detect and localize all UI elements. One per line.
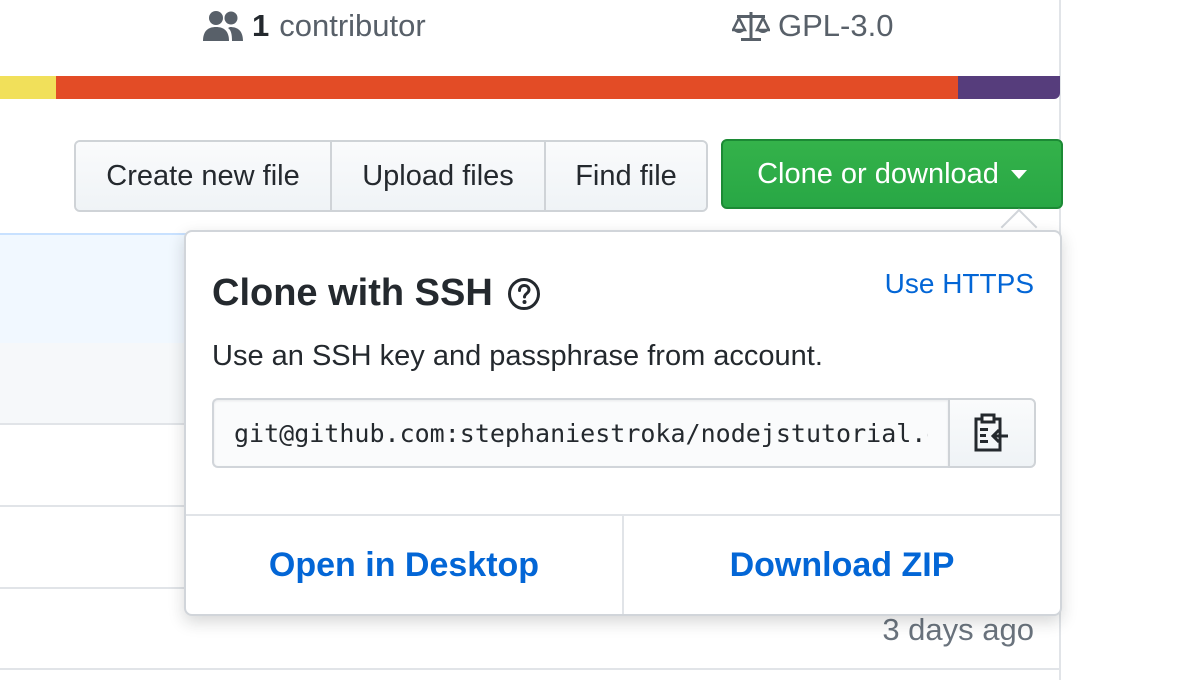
contributors-label: contributor	[279, 8, 426, 43]
find-file-button[interactable]: Find file	[546, 142, 706, 210]
contributors-count: 1	[252, 8, 270, 43]
file-navigation-buttons: Create new file Upload files Find file	[74, 140, 708, 212]
clone-or-download-label: Clone or download	[757, 157, 999, 190]
language-bar-segment[interactable]	[958, 76, 1060, 99]
create-new-file-button[interactable]: Create new file	[76, 142, 332, 210]
law-scale-icon	[732, 12, 770, 41]
contributors-summary[interactable]: 1 contributor	[202, 6, 426, 46]
language-bar[interactable]	[0, 76, 1060, 99]
clipboard-icon	[974, 413, 1008, 452]
language-bar-segment[interactable]	[0, 76, 57, 99]
clone-popover-title-row: Clone with SSH	[212, 272, 541, 315]
clone-popover: Clone with SSH Use HTTPS Use an SSH key …	[184, 230, 1062, 616]
people-icon	[203, 11, 243, 41]
download-zip-button[interactable]: Download ZIP	[624, 516, 1060, 614]
license-summary[interactable]: GPL-3.0	[732, 6, 893, 46]
upload-files-button[interactable]: Upload files	[332, 142, 546, 210]
language-bar-segment[interactable]	[56, 76, 959, 99]
use-https-link[interactable]: Use HTTPS	[885, 268, 1034, 300]
file-row-divider	[0, 668, 1060, 670]
clone-description: Use an SSH key and passphrase from accou…	[212, 340, 823, 372]
question-circle-icon[interactable]	[507, 277, 541, 311]
open-in-desktop-button[interactable]: Open in Desktop	[186, 516, 622, 614]
clone-url-group	[212, 398, 1036, 468]
file-age: 3 days ago	[882, 612, 1034, 647]
copy-url-button[interactable]	[948, 398, 1036, 468]
caret-down-icon	[1010, 169, 1027, 179]
license-label: GPL-3.0	[778, 8, 894, 43]
clone-popover-title: Clone with SSH	[212, 272, 493, 314]
clone-url-input[interactable]	[212, 398, 948, 468]
clone-or-download-button[interactable]: Clone or download	[721, 139, 1063, 209]
